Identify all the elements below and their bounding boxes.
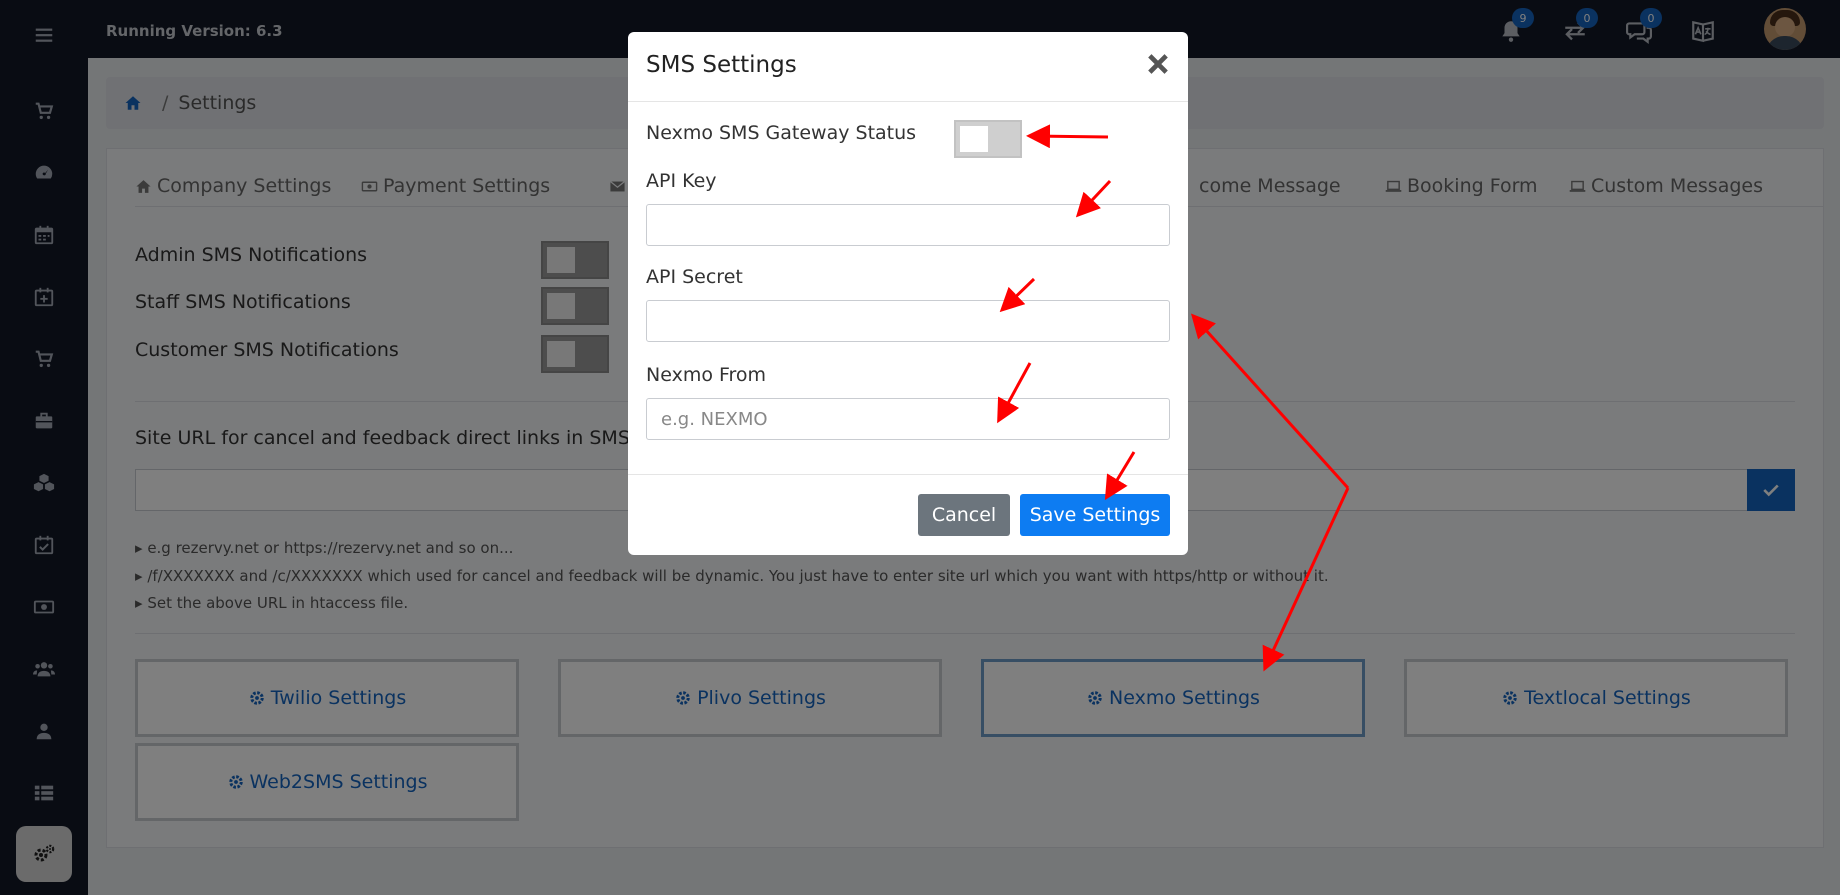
nexmo-from-input[interactable] bbox=[646, 398, 1170, 440]
nexmo-from-label: Nexmo From bbox=[646, 364, 767, 386]
save-settings-button[interactable]: Save Settings bbox=[1020, 494, 1170, 536]
sms-settings-modal: SMS Settings Nexmo SMS Gateway Status AP… bbox=[628, 32, 1188, 555]
gateway-status-label: Nexmo SMS Gateway Status bbox=[646, 122, 917, 144]
close-icon bbox=[1148, 54, 1168, 74]
api-key-label: API Key bbox=[646, 170, 717, 192]
api-key-input[interactable] bbox=[646, 204, 1170, 246]
gateway-status-toggle[interactable] bbox=[954, 120, 1022, 158]
modal-header: SMS Settings bbox=[628, 32, 1188, 102]
api-secret-label: API Secret bbox=[646, 266, 743, 288]
api-secret-input[interactable] bbox=[646, 300, 1170, 342]
modal-footer-divider bbox=[628, 474, 1188, 475]
cancel-button[interactable]: Cancel bbox=[918, 494, 1010, 536]
modal-close-button[interactable] bbox=[1144, 50, 1172, 78]
modal-title: SMS Settings bbox=[646, 52, 797, 78]
